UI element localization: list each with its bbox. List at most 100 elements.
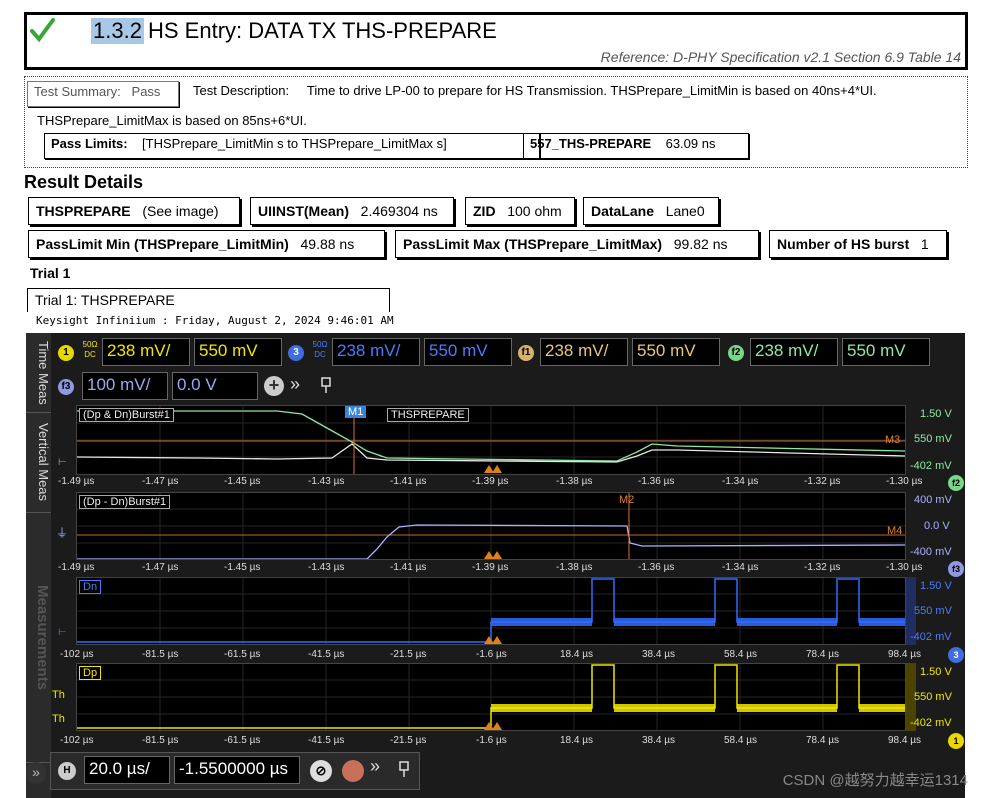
tab-time-meas[interactable]: Time Meas — [26, 333, 51, 413]
function-f2-scale-field[interactable]: 238 mV/ — [750, 338, 838, 366]
scope-caption: Keysight Infiniium : Friday, August 2, 2… — [36, 314, 394, 327]
param-uiinst: UIINST(Mean) 2.469304 ns — [250, 197, 454, 225]
test-summary-section: Test Summary: Pass Test Description: Tim… — [24, 76, 968, 168]
tab-measurements[interactable]: Measurements — [26, 513, 51, 763]
function-f2-button[interactable]: f2 — [728, 345, 744, 361]
channel-controls-row: 1 50Ω DC 238 mV/ 550 mV 3 50Ω DC 238 mV/… — [54, 338, 934, 370]
function-f1-offset-field[interactable]: 550 mV — [632, 338, 720, 366]
expand-timebase-chevron-icon[interactable]: » — [370, 756, 380, 777]
level-bottom: -402 mV — [910, 631, 952, 643]
x-tick: 98.4 µs — [888, 649, 922, 660]
channel-1-coupling: 50Ω DC — [82, 340, 98, 359]
threshold-marker-2[interactable]: Th — [52, 713, 65, 725]
param-zid: ZID 100 ohm — [465, 197, 575, 225]
function-f1-button[interactable]: f1 — [518, 345, 534, 361]
param-passlimit-min: PassLimit Min (THSPrepare_LimitMin) 49.8… — [28, 230, 385, 258]
m1-marker-tag[interactable]: M1 — [345, 406, 367, 418]
level-top: 1.50 V — [920, 408, 952, 420]
pin-icon[interactable] — [320, 376, 332, 394]
function-f3-button[interactable]: f3 — [58, 379, 74, 395]
param-value: 1 — [920, 236, 929, 252]
x-tick: -102 µs — [60, 735, 94, 746]
x-tick: -1.38 µs — [556, 562, 593, 573]
x-tick: -1.6 µs — [476, 735, 507, 746]
x-tick: 18.4 µs — [560, 649, 594, 660]
trial-image-title: Trial 1: THSPREPARE — [27, 288, 390, 312]
x-tick: -21.5 µs — [390, 649, 427, 660]
collapse-chevron-icon[interactable]: » — [26, 762, 46, 784]
x-tick: -1.32 µs — [804, 476, 841, 487]
panel-label: Dp — [79, 666, 102, 680]
x-tick: 58.4 µs — [724, 649, 758, 660]
x-tick: -1.41 µs — [390, 476, 427, 487]
x-tick: -1.45 µs — [224, 562, 261, 573]
trigger-marker-icon — [484, 465, 502, 473]
tab-vertical-meas[interactable]: Vertical Meas — [26, 413, 51, 513]
param-key: DataLane — [591, 203, 655, 219]
m4-marker-tag[interactable]: M4 — [887, 525, 902, 537]
x-tick: 38.4 µs — [642, 649, 676, 660]
channel-3-offset-field[interactable]: 550 mV — [424, 338, 512, 366]
m2-marker-tag[interactable]: M2 — [619, 494, 634, 506]
level-top: 1.50 V — [920, 666, 952, 678]
panel-function-badge[interactable]: f2 — [948, 475, 964, 491]
panel-channel-badge[interactable]: 3 — [948, 647, 964, 663]
x-tick: -61.5 µs — [224, 649, 261, 660]
panel-label: (Dp - Dn)Burst#1 — [79, 495, 171, 509]
function-f3-offset-field[interactable]: 0.0 V — [172, 372, 258, 400]
threshold-marker-1[interactable]: Th — [52, 689, 65, 701]
channel-1-button[interactable]: 1 — [58, 345, 74, 361]
param-thsprepare: THSPREPARE (See image) — [28, 197, 240, 225]
x-tick: -1.43 µs — [308, 562, 345, 573]
channel-1-offset-field[interactable]: 550 mV — [194, 338, 282, 366]
param-value: (See image) — [142, 203, 219, 219]
level-mid: 550 mV — [914, 691, 952, 703]
test-summary-label: Test Summary: — [34, 84, 121, 99]
acquisition-icon[interactable] — [342, 760, 364, 782]
param-value: 2.469304 ns — [360, 203, 438, 219]
function-f2-offset-field[interactable]: 550 mV — [842, 338, 930, 366]
timebase-pin-icon[interactable] — [398, 760, 410, 778]
param-key: THSPREPARE — [36, 203, 131, 219]
expand-chevron-icon[interactable]: » — [290, 374, 300, 395]
x-tick: -1.47 µs — [142, 476, 179, 487]
test-number: 1.3.2 — [91, 18, 144, 44]
function-f1-scale-field[interactable]: 238 mV/ — [540, 338, 628, 366]
timebase-position-field[interactable]: -1.5500000 µs — [174, 756, 300, 784]
channel-3-button[interactable]: 3 — [288, 345, 304, 361]
x-tick: -1.30 µs — [886, 562, 923, 573]
x-tick: -1.45 µs — [224, 476, 261, 487]
x-tick: -102 µs — [60, 649, 94, 660]
x-tick: 78.4 µs — [806, 735, 840, 746]
function-f3-scale-field[interactable]: 100 mV/ — [82, 372, 168, 400]
channel-3-scale-field[interactable]: 238 mV/ — [332, 338, 420, 366]
x-tick: -1.43 µs — [308, 476, 345, 487]
zoom-icon[interactable]: ⊘ — [310, 760, 332, 782]
param-key: PassLimit Min (THSPrepare_LimitMin) — [36, 236, 289, 252]
param-key: PassLimit Max (THSPrepare_LimitMax) — [403, 236, 663, 252]
x-tick: -1.36 µs — [638, 476, 675, 487]
param-key: UIINST(Mean) — [258, 203, 349, 219]
m3-marker-tag[interactable]: M3 — [885, 434, 900, 446]
x-tick: -1.49 µs — [58, 476, 95, 487]
trigger-marker-icon — [484, 551, 502, 559]
level-bottom: -400 mV — [910, 546, 952, 558]
test-title: HS Entry: DATA TX THS-PREPARE — [148, 18, 497, 43]
ground-marker-icon: ⏚ — [56, 526, 69, 540]
param-value: 99.82 ns — [673, 236, 728, 252]
level-bottom: -402 mV — [910, 460, 952, 472]
add-channel-icon[interactable]: + — [264, 376, 284, 396]
x-tick: -1.6 µs — [476, 649, 507, 660]
x-tick: 38.4 µs — [642, 735, 676, 746]
timebase-scale-field[interactable]: 20.0 µs/ — [84, 756, 170, 784]
horizontal-button[interactable]: H — [58, 762, 76, 780]
x-tick: -1.39 µs — [472, 562, 509, 573]
param-key: ZID — [473, 203, 496, 219]
test-description-line2: THSPrepare_LimitMax is based on 85ns+6*U… — [37, 113, 307, 128]
panel-function-badge[interactable]: f3 — [948, 561, 964, 577]
panel-channel-badge[interactable]: 1 — [948, 733, 964, 749]
test-header: 1.3.2 HS Entry: DATA TX THS-PREPARE Refe… — [24, 12, 968, 70]
channel-1-scale-field[interactable]: 238 mV/ — [102, 338, 190, 366]
pass-limits-box: Pass Limits: [THSPrepare_LimitMin s to T… — [44, 133, 540, 159]
level-mid: 550 mV — [914, 433, 952, 445]
